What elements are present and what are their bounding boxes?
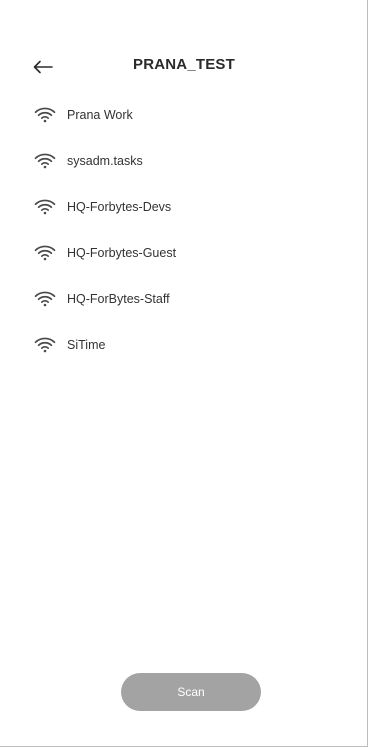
- page-title: PRANA_TEST: [132, 56, 235, 73]
- network-item-sitime[interactable]: SiTime: [0, 322, 368, 368]
- network-label: sysadm.tasks: [67, 154, 143, 168]
- network-item-hq-forbytes-staff[interactable]: HQ-ForBytes-Staff: [0, 276, 368, 322]
- scan-button[interactable]: Scan: [121, 673, 261, 711]
- network-label: Prana Work: [67, 108, 133, 122]
- wifi-icon: [34, 153, 56, 169]
- network-item-sysadm-tasks[interactable]: sysadm.tasks: [0, 138, 368, 184]
- wifi-icon: [34, 291, 56, 307]
- network-label: HQ-Forbytes-Guest: [67, 246, 177, 260]
- wifi-icon: [34, 245, 56, 261]
- network-item-hq-forbytes-guest[interactable]: HQ-Forbytes-Guest: [0, 230, 368, 276]
- wifi-icon: [34, 337, 56, 353]
- wifi-icon: [34, 107, 56, 123]
- app-screen: PRANA_TEST Prana Work sysadm.tasks HQ-Fo…: [0, 0, 368, 747]
- network-item-hq-forbytes-devs[interactable]: HQ-Forbytes-Devs: [0, 184, 368, 230]
- wifi-network-list: Prana Work sysadm.tasks HQ-Forbytes-Devs…: [0, 92, 368, 368]
- network-label: SiTime: [67, 338, 106, 352]
- network-label: HQ-Forbytes-Devs: [67, 200, 172, 214]
- network-label: HQ-ForBytes-Staff: [67, 292, 170, 306]
- header-bar: PRANA_TEST: [0, 46, 368, 86]
- network-item-prana-work[interactable]: Prana Work: [0, 92, 368, 138]
- wifi-icon: [34, 199, 56, 215]
